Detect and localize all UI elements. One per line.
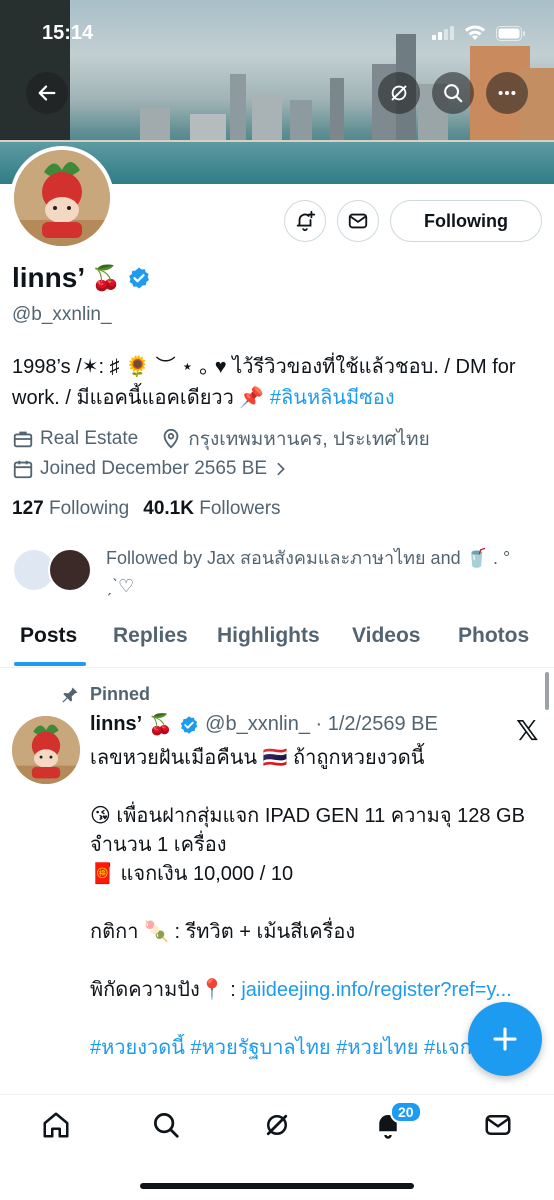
followed-by-row[interactable]: Followed by Jax สอนสังคมและภาษาไทย and 🥤… [12, 544, 542, 600]
tweet-body[interactable]: เลขหวยฝันเมือคืนน 🇹🇭 ถ้าถูกหวยงวดนี้ 😘 เ… [90, 744, 530, 1063]
tweet-handle-date: @b_xxnlin_ · 1/2/2569 BE [205, 713, 438, 735]
follower-avatar [48, 548, 92, 592]
profile-avatar[interactable] [10, 146, 114, 250]
tweet-author-name[interactable]: linns’ [90, 713, 142, 736]
tweet-link[interactable]: jaiideejing.info/register?ref=y... [241, 979, 511, 1001]
bio-text: 1998’s /✶: ♯ 🌻 ︶ ⋆ ｡ ♥ ไว้รีวิวของที่ใช้… [12, 356, 516, 409]
home-indicator[interactable] [140, 1183, 414, 1189]
grok-button[interactable] [378, 72, 420, 114]
tab-videos[interactable]: Videos [352, 624, 420, 648]
bio-hashtag-link[interactable]: #ลินหลินมีซอง [270, 387, 395, 409]
message-button[interactable] [337, 200, 379, 242]
joined-row[interactable]: Joined December 2565 BE [12, 458, 289, 480]
following-label: Following [48, 498, 130, 519]
status-time: 15:14 [42, 22, 94, 44]
profile-category: Real Estate [40, 428, 139, 449]
chevron-right-icon [277, 462, 285, 476]
tweet-line: กติกา 🍡 : รีทวิต + เม้นสีเครื่อง [90, 921, 356, 943]
follow-counts: 127 Following 40.1K Followers [12, 498, 281, 520]
display-name: linns’ [12, 262, 86, 293]
tab-highlights[interactable]: Highlights [217, 624, 320, 648]
grok-icon [266, 1114, 288, 1136]
tab-photos[interactable]: Photos [458, 624, 529, 648]
tweet-header: linns’ 🍒 @b_xxnlin_ · 1/2/2569 BE [90, 712, 438, 737]
verified-badge-icon[interactable] [127, 266, 151, 290]
pin-icon [62, 687, 78, 702]
search-icon [154, 1113, 179, 1138]
tweet-line: 🧧 แจกเงิน 10,000 / 10 [90, 863, 294, 885]
nav-search[interactable] [146, 1105, 186, 1145]
profile-meta-row: Real Estate กรุงเทพมหานคร, ประเทศไทย [12, 424, 430, 454]
following-button[interactable]: Following [390, 200, 542, 242]
tweet-author-avatar[interactable] [12, 716, 80, 784]
tweet-author-emoji: 🍒 [148, 714, 174, 736]
name-emoji: 🍒 [91, 264, 122, 292]
home-icon [43, 1112, 69, 1138]
followers-count: 40.1K [143, 498, 194, 519]
following-count: 127 [12, 498, 44, 519]
briefcase-icon [13, 431, 33, 448]
search-icon [444, 84, 463, 103]
profile-bio: 1998’s /✶: ♯ 🌻 ︶ ⋆ ｡ ♥ ไว้รีวิวของที่ใช้… [12, 352, 542, 414]
notifications-bell-button[interactable] [284, 200, 326, 242]
active-tab-indicator [14, 662, 86, 666]
tweet-hashtags[interactable]: #หวยงวดนี้ #หวยรัฐบาลไทย #หวยไทย #แจก [90, 1034, 530, 1063]
tweet-line: พิกัดความปัง📍 : [90, 979, 242, 1001]
x-logo-icon: 𝕏 [516, 714, 539, 747]
compose-post-button[interactable] [468, 1002, 542, 1076]
battery-icon [496, 25, 526, 46]
signal-icon [432, 26, 454, 45]
tab-posts[interactable]: Posts [20, 624, 77, 648]
verified-badge-icon [180, 715, 198, 734]
followers-label: Followers [199, 498, 281, 519]
followers-count-link[interactable]: 40.1K Followers [143, 498, 280, 520]
back-button[interactable] [26, 72, 68, 114]
followed-by-text: Followed by Jax สอนสังคมและภาษาไทย and 🥤… [106, 548, 511, 596]
profile-location: กรุงเทพมหานคร, ประเทศไทย [188, 429, 430, 450]
scrollbar[interactable] [545, 672, 549, 710]
search-profile-button[interactable] [432, 72, 474, 114]
bell-plus-icon [296, 210, 316, 232]
grok-icon [391, 85, 407, 101]
envelope-icon [348, 213, 368, 229]
pinned-label: Pinned [60, 684, 150, 705]
more-options-button[interactable] [486, 72, 528, 114]
profile-handle: @b_xxnlin_ [12, 304, 112, 325]
location-pin-icon [163, 428, 179, 449]
pinned-text: Pinned [90, 684, 151, 704]
nav-messages[interactable] [478, 1105, 518, 1145]
following-count-link[interactable]: 127 Following [12, 498, 129, 520]
nav-home[interactable] [36, 1105, 76, 1145]
nav-grok[interactable] [257, 1105, 297, 1145]
notification-badge: 20 [390, 1101, 422, 1123]
tweet-line: เลขหวยฝันเมือคืนน 🇹🇭 ถ้าถูกหวยงวดนี้ [90, 747, 425, 769]
tab-replies[interactable]: Replies [113, 624, 188, 648]
profile-joined: Joined December 2565 BE [40, 458, 268, 479]
tweet-line: 😘 เพื่อนฝากสุ่มแจก IPAD GEN 11 ความจุ 12… [90, 805, 525, 856]
envelope-icon [485, 1115, 511, 1135]
profile-tabs: Posts Replies Highlights Videos Photos [0, 614, 554, 668]
plus-icon [493, 1027, 517, 1051]
arrow-left-icon [38, 85, 56, 101]
wifi-icon [464, 25, 486, 46]
profile-name: linns’ 🍒 [12, 262, 151, 294]
more-dots-icon [498, 90, 516, 96]
calendar-icon [13, 460, 33, 479]
